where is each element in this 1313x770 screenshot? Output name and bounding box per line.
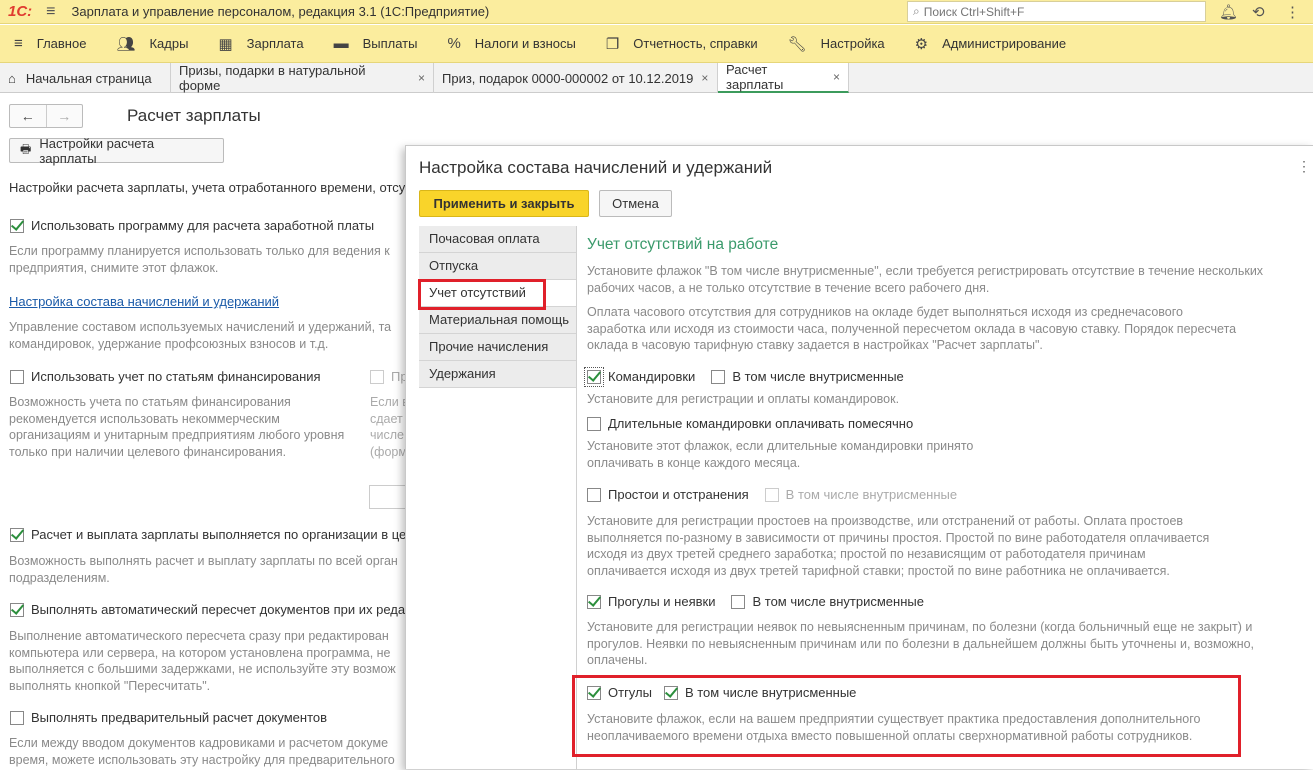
section-material-aid[interactable]: Материальная помощь [419,307,577,334]
accruals-settings-dialog: Настройка состава начислений и удержаний… [405,145,1313,770]
reports-icon: ❐ [605,35,620,53]
sections-menu: ≡ Главное 👥︎ Кадры ▦ Зарплата ▬ Выплаты % Нал… [0,25,1313,63]
use-program-checkbox[interactable] [10,218,24,233]
calculator-icon: ▦ [218,35,233,53]
auto-recalc-checkbox[interactable] [10,602,24,617]
prelim-hint: Если между вводом документов кадровиками… [9,736,395,767]
menu-item-admin[interactable]: ⚙ Администрирование [915,35,1066,53]
financing-row[interactable]: Использовать учет по статьям финансирова… [10,369,321,384]
printer-icon: 🖶 [20,142,32,156]
bell-icon[interactable]: 🔔︎ [1219,3,1238,21]
page-title: Расчет зарплаты [127,106,261,125]
accruals-settings-link[interactable]: Настройка состава начислений и удержаний [9,294,279,309]
financing-field [369,485,409,509]
financing-right-row: Пр [370,369,408,384]
payroll-settings-button[interactable]: 🖶 Настройки расчета зарплаты [9,136,224,166]
trips-checkbox[interactable] [584,366,604,387]
org-calc-row[interactable]: Расчет и выплата зарплаты выполняется по… [10,527,413,542]
gear-icon: ⚙ [914,35,929,53]
hourly-absence-hint: Оплата часового отсутствия для сотрудник… [587,305,1237,352]
long-trips-hint: Установите этот флажок, если длительные … [587,439,974,470]
dialog-more-icon[interactable]: ⋮ [1297,158,1311,175]
tab-payroll-calc[interactable]: Расчет зарплаты × [718,62,849,93]
highlight-absences-tab [418,279,546,310]
tab-prize-document[interactable]: Приз, подарок 0000-000002 от 10.12.2019 × [434,63,718,93]
use-program-hint: Если программу планируется использовать … [9,244,390,275]
menu-item-main[interactable]: ≡ Главное [14,35,86,52]
long-trips-row[interactable]: Длительные командировки оплачивать помес… [587,416,913,431]
search-icon: ⌕ [913,4,920,18]
trips-row: Командировки В том числе внутрисменные [584,366,904,387]
financing-right-hint: Если в сдает числе (форм [370,395,409,459]
highlight-dayoff-block [572,675,1241,757]
auto-recalc-hint: Выполнение автоматического пересчета сра… [9,629,396,693]
close-icon[interactable]: × [701,71,708,85]
wrench-icon: 🔧︎ [787,35,807,53]
home-icon: ⌂ [8,70,16,86]
trips-intra-checkbox[interactable] [711,369,726,384]
org-calc-hint: Возможность выполнять расчет и выплату з… [9,554,398,585]
app-logo: 1С: [8,3,33,20]
history-icon[interactable]: ⟲ [1252,3,1265,21]
prelim-checkbox[interactable] [10,710,24,725]
menu-item-salary[interactable]: ▦ Зарплата [218,35,303,53]
absence-hint: Установите для регистрации неявок по нев… [587,620,1255,667]
section-deductions[interactable]: Удержания [419,361,577,388]
cancel-button[interactable]: Отмена [599,190,672,217]
people-icon: 👥︎ [116,35,136,53]
menu-item-taxes[interactable]: % Налоги и взносы [447,35,575,52]
menu-item-hr[interactable]: 👥︎ Кадры [116,35,188,53]
org-calc-checkbox[interactable] [10,527,24,542]
tab-prizes-list[interactable]: Призы, подарки в натуральной форме × [171,63,434,93]
open-tabs: ⌂ Начальная страница Призы, подарки в нат… [0,62,1313,93]
menu-icon: ≡ [14,35,23,52]
prelim-row[interactable]: Выполнять предварительный расчет докумен… [10,710,327,725]
long-trips-checkbox[interactable] [587,416,601,431]
financing-right-checkbox [370,369,384,384]
menu-item-reports[interactable]: ❐ Отчетность, справки [606,35,758,53]
section-vacations[interactable]: Отпуска [419,253,577,280]
auto-recalc-row[interactable]: Выполнять автоматический пересчет докуме… [10,602,405,617]
financing-checkbox[interactable] [10,369,24,384]
section-title: Учет отсутствий на работе [587,236,779,253]
use-program-row[interactable]: Использовать программу для расчета зараб… [10,218,374,233]
global-search[interactable]: ⌕ [907,1,1206,22]
more-icon[interactable]: ⋮ [1285,3,1300,21]
downtime-hint: Установите для регистрации простоев на п… [587,514,1210,578]
downtime-checkbox[interactable] [587,487,601,502]
trips-hint: Установите для регистрации и оплаты кома… [587,392,900,406]
main-menu-icon[interactable]: ≡ [46,3,55,21]
search-input[interactable] [923,4,1184,19]
section-other-accruals[interactable]: Прочие начисления [419,334,577,361]
app-title: Зарплата и управление персоналом, редакц… [71,4,490,19]
intro-text: Настройки расчета зарплаты, учета отрабо… [9,180,412,195]
downtime-row: Простои и отстранения В том числе внутри… [587,487,957,502]
close-icon[interactable]: × [833,70,840,84]
downtime-intra-checkbox [764,487,779,502]
absence-row: Прогулы и неявки В том числе внутрисменн… [587,594,924,609]
intra-shift-hint: Установите флажок "В том числе внутрисме… [587,264,1264,295]
financing-hint: Возможность учета по статьям финансирова… [9,395,345,459]
forward-button[interactable]: → [45,105,83,127]
tab-home[interactable]: ⌂ Начальная страница [0,63,171,93]
dialog-title: Настройка состава начислений и удержаний [419,158,773,177]
accruals-link-hint: Управление составом используемых начисле… [9,320,392,351]
absence-intra-checkbox[interactable] [731,594,746,609]
close-icon[interactable]: × [418,71,425,85]
percent-icon: % [447,35,461,52]
absence-checkbox[interactable] [587,594,601,609]
history-nav: ← → [9,104,83,128]
wallet-icon: ▬ [333,35,349,52]
section-hourly-pay[interactable]: Почасовая оплата [419,226,577,253]
back-button[interactable]: ← [10,105,46,127]
menu-item-settings[interactable]: 🔧︎ Настройка [788,35,885,53]
apply-close-button[interactable]: Применить и закрыть [419,190,589,217]
menu-item-payments[interactable]: ▬ Выплаты [334,35,418,52]
